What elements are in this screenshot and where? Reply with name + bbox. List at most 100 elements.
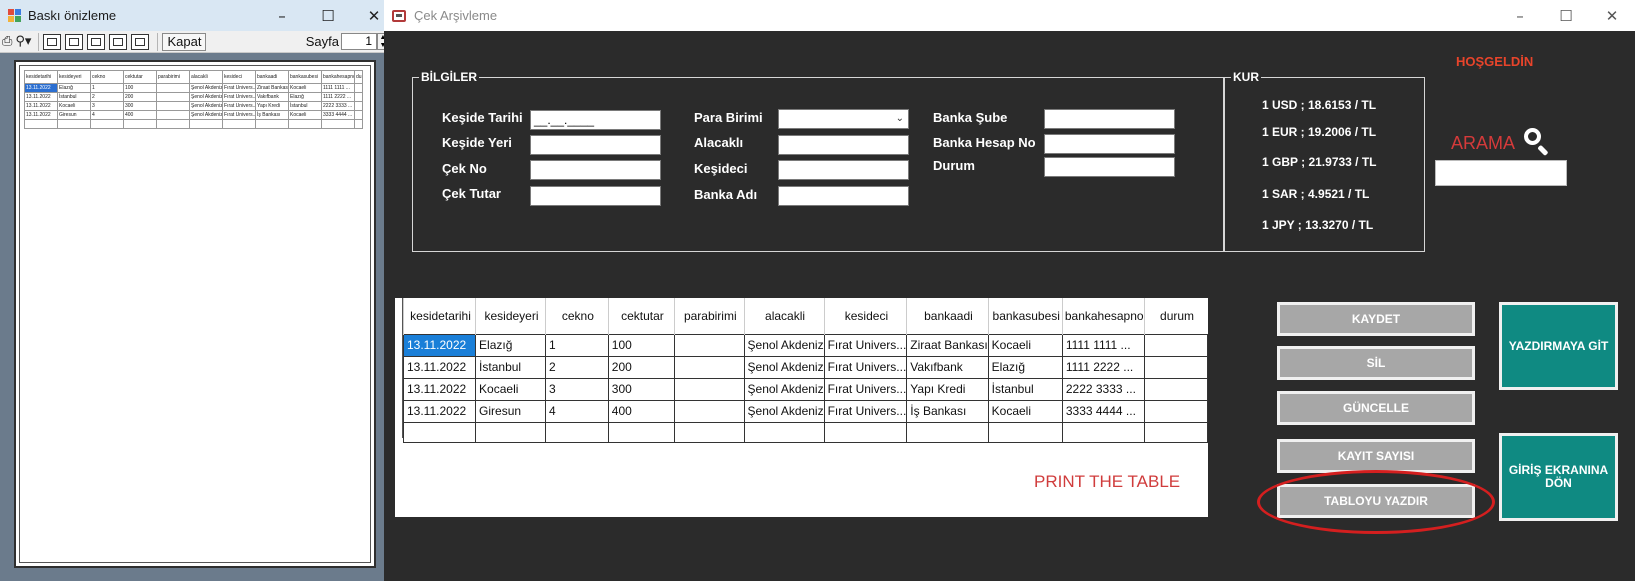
table-cell[interactable]: Kocaeli: [475, 377, 546, 401]
six-pages-icon[interactable]: [131, 33, 150, 50]
table-cell[interactable]: 13.11.2022: [402, 355, 477, 379]
table-cell[interactable]: Fırat Univers...: [823, 333, 908, 357]
kaydet-button[interactable]: KAYDET: [1277, 302, 1475, 336]
cek-tutar-input[interactable]: [530, 186, 661, 206]
cek-no-label: Çek No: [442, 161, 487, 176]
keside-yeri-input[interactable]: [530, 135, 661, 155]
column-header[interactable]: durum: [1143, 298, 1208, 334]
table-row[interactable]: 13.11.2022 Giresun 4 400 Şenol Akdeniz F…: [402, 399, 1209, 423]
durum-input[interactable]: [1044, 157, 1175, 177]
column-header[interactable]: cekno: [544, 298, 609, 334]
table-cell[interactable]: 300: [607, 377, 676, 401]
table-cell[interactable]: [1143, 399, 1209, 423]
three-pages-icon[interactable]: [87, 33, 106, 50]
four-pages-icon[interactable]: [109, 33, 128, 50]
table-cell[interactable]: [674, 355, 745, 379]
table-cell[interactable]: Kocaeli: [987, 399, 1063, 423]
table-cell[interactable]: 3333 4444 ...: [1061, 399, 1145, 423]
table-cell[interactable]: Elazığ: [987, 355, 1063, 379]
column-header[interactable]: bankaadi: [906, 298, 989, 334]
column-header[interactable]: kesideyeri: [475, 298, 546, 334]
maximize-icon[interactable]: ☐: [1543, 0, 1589, 31]
para-birimi-select[interactable]: ⌄: [778, 109, 909, 129]
giris-ekranina-don-button[interactable]: GİRİŞ EKRANINA DÖN: [1499, 433, 1618, 521]
table-cell[interactable]: 3: [544, 377, 609, 401]
table-cell[interactable]: [674, 399, 745, 423]
page-number-input[interactable]: 1: [341, 33, 377, 50]
banka-adi-input[interactable]: [778, 186, 909, 206]
table-cell[interactable]: Yapı Kredi: [906, 377, 989, 401]
table-cell[interactable]: 4: [544, 399, 609, 423]
table-cell[interactable]: Şenol Akdeniz: [743, 355, 825, 379]
new-row[interactable]: [402, 421, 1209, 443]
guncelle-button[interactable]: GÜNCELLE: [1277, 391, 1475, 425]
table-cell[interactable]: 1: [544, 333, 609, 357]
column-header[interactable]: kesideci: [823, 298, 907, 334]
one-page-icon[interactable]: [43, 33, 62, 50]
column-header[interactable]: alacakli: [743, 298, 825, 334]
search-label: ARAMA: [1451, 133, 1516, 153]
minimize-icon[interactable]: –: [259, 0, 305, 31]
kur-sar: 1 SAR ; 4.9521 / TL: [1262, 187, 1370, 201]
table-cell[interactable]: İstanbul: [475, 355, 546, 379]
table-cell[interactable]: [1143, 355, 1209, 379]
table-cell[interactable]: İş Bankası: [906, 399, 989, 423]
column-header[interactable]: cektutar: [607, 298, 675, 334]
table-cell[interactable]: 13.11.2022: [402, 333, 477, 357]
table-cell[interactable]: Elazığ: [475, 333, 546, 357]
table-row[interactable]: 13.11.2022 İstanbul 2 200 Şenol Akdeniz …: [402, 355, 1209, 379]
table-cell[interactable]: Fırat Univers...: [823, 355, 908, 379]
table-cell[interactable]: 13.11.2022: [402, 399, 477, 423]
kesideci-input[interactable]: [778, 160, 909, 180]
table-cell[interactable]: 2: [544, 355, 609, 379]
table-cell[interactable]: [674, 333, 745, 357]
column-header[interactable]: bankasubesi: [987, 298, 1063, 334]
table-cell[interactable]: [674, 377, 745, 401]
table-cell[interactable]: 200: [607, 355, 676, 379]
table-cell[interactable]: 1111 2222 ...: [1061, 355, 1145, 379]
search-icon[interactable]: [1522, 126, 1552, 157]
keside-tarihi-input[interactable]: __.__.____: [530, 110, 661, 130]
sil-button[interactable]: SİL: [1277, 346, 1475, 380]
table-cell[interactable]: 13.11.2022: [402, 377, 477, 401]
column-header[interactable]: kesidetarihi: [402, 298, 476, 334]
column-header[interactable]: bankahesapno: [1061, 298, 1145, 334]
table-cell[interactable]: Şenol Akdeniz: [743, 399, 825, 423]
cek-no-input[interactable]: [530, 160, 661, 180]
table-cell[interactable]: 100: [607, 333, 676, 357]
table-cell[interactable]: 1111 1111 ...: [1061, 333, 1145, 357]
table-cell[interactable]: Kocaeli: [987, 333, 1063, 357]
records-grid[interactable]: kesidetarihi kesideyeri cekno cektutar p…: [395, 298, 1209, 517]
table-cell[interactable]: [1143, 333, 1209, 357]
kayit-sayisi-button[interactable]: KAYIT SAYISI: [1277, 439, 1475, 473]
table-cell[interactable]: 2222 3333 ...: [1061, 377, 1145, 401]
banka-sube-input[interactable]: [1044, 109, 1175, 129]
table-cell[interactable]: 400: [607, 399, 676, 423]
table-cell[interactable]: Fırat Univers...: [823, 399, 908, 423]
table-cell[interactable]: Ziraat Bankası: [906, 333, 989, 357]
banka-hesap-no-input[interactable]: [1044, 134, 1175, 154]
maximize-icon[interactable]: ☐: [305, 0, 351, 31]
minimize-icon[interactable]: –: [1497, 0, 1543, 31]
preview-titlebar: Baskı önizleme – ☐ ✕: [0, 0, 397, 31]
table-row[interactable]: 13.11.2022 Elazığ 1 100 Şenol Akdeniz Fı…: [402, 333, 1209, 357]
table-cell[interactable]: İstanbul: [987, 377, 1063, 401]
search-input[interactable]: [1435, 160, 1567, 186]
table-row[interactable]: 13.11.2022 Kocaeli 3 300 Şenol Akdeniz F…: [402, 377, 1209, 401]
column-header[interactable]: parabirimi: [674, 298, 745, 334]
alacakli-input[interactable]: [778, 135, 909, 155]
table-cell[interactable]: [1143, 377, 1209, 401]
close-icon[interactable]: ✕: [1589, 0, 1635, 31]
table-cell[interactable]: Şenol Akdeniz: [743, 377, 825, 401]
records-table[interactable]: kesidetarihi kesideyeri cekno cektutar p…: [402, 298, 1209, 443]
two-pages-icon[interactable]: [65, 33, 84, 50]
table-cell[interactable]: Giresun: [475, 399, 546, 423]
close-preview-button[interactable]: Kapat: [162, 32, 207, 51]
table-cell[interactable]: Fırat Univers...: [823, 377, 908, 401]
table-cell[interactable]: Şenol Akdeniz: [743, 333, 825, 357]
printer-icon[interactable]: ⎙: [2, 33, 12, 51]
yazdirmaya-git-button[interactable]: YAZDIRMAYA GİT: [1499, 302, 1618, 390]
table-cell[interactable]: Vakıfbank: [906, 355, 989, 379]
print-annotation: PRINT THE TABLE: [1034, 472, 1181, 491]
zoom-icon[interactable]: ⚲▾: [15, 33, 31, 51]
